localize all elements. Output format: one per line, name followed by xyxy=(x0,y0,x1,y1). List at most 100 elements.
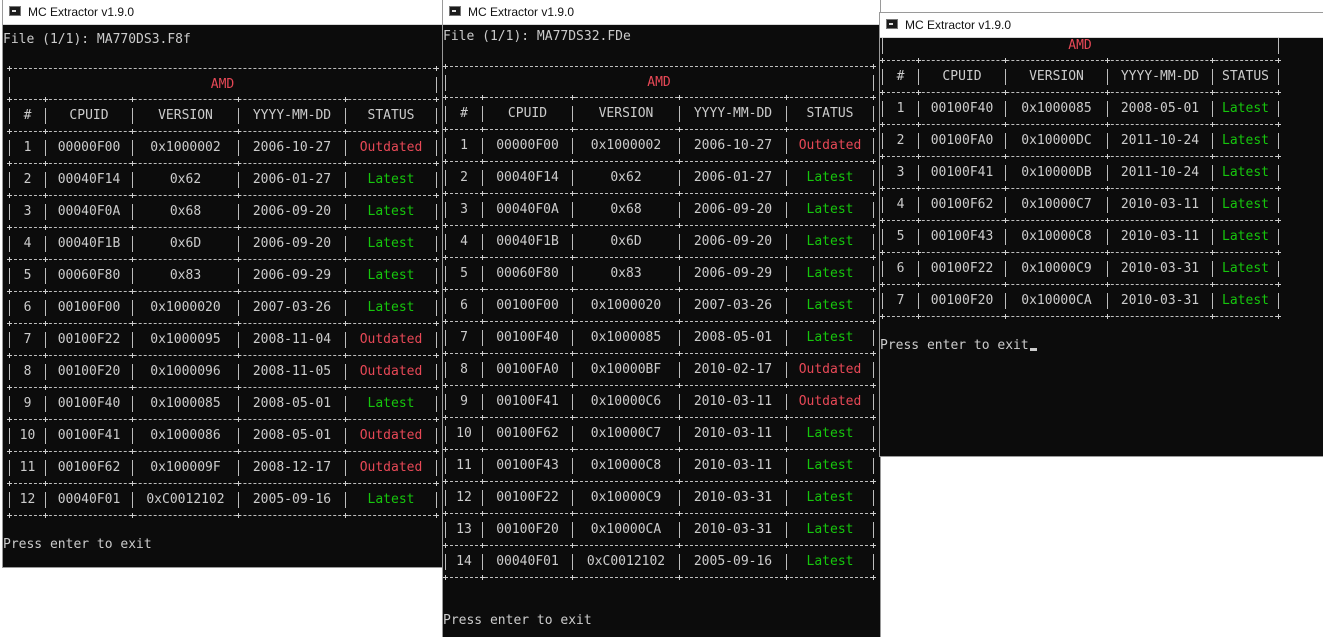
table-cell: 0x1000085 xyxy=(150,396,221,411)
table-cell: 2006-10-27 xyxy=(252,140,332,155)
table-cell: 0x1000085 xyxy=(1021,101,1092,116)
table-cell: 00040F0A xyxy=(57,204,121,219)
table-cell: 0x1000096 xyxy=(150,364,221,379)
table-cell: 0x62 xyxy=(610,170,642,185)
table-cell: 2 xyxy=(460,170,468,185)
console-window-3[interactable]: MC Extractor v1.9.0 AMD # CPUID VERSION YYYY… xyxy=(880,13,1323,456)
console-app-icon xyxy=(449,6,461,16)
table-separator xyxy=(880,58,1281,63)
table-separator xyxy=(443,543,876,548)
status-cell: Latest xyxy=(806,266,854,281)
table-cell: 4 xyxy=(896,197,905,212)
console-window-2[interactable]: MC Extractor v1.9.0 File (1/1): MA77DS32… xyxy=(443,0,880,637)
status-cell: Latest xyxy=(1222,133,1269,148)
table-cell: 2010-02-17 xyxy=(693,362,773,377)
console-output[interactable]: AMD # CPUID VERSION YYYY-MM-DD STATUS 1 00100F4… xyxy=(880,38,1323,456)
table-border xyxy=(873,362,874,378)
table-separator xyxy=(880,154,1281,159)
table-cell: 00100F40 xyxy=(930,101,994,116)
status-cell: Latest xyxy=(1222,165,1269,180)
table-cell: 4 xyxy=(23,236,32,251)
table-cell: 00040F0A xyxy=(496,202,559,217)
window-title: MC Extractor v1.9.0 xyxy=(28,5,135,19)
title-bar[interactable]: MC Extractor v1.9.0 xyxy=(3,0,443,25)
console-app-icon xyxy=(9,6,21,16)
window-title: MC Extractor v1.9.0 xyxy=(468,5,575,19)
table-separator xyxy=(7,225,439,230)
status-cell: Outdated xyxy=(359,428,423,443)
table-separator xyxy=(7,449,439,454)
table-separator xyxy=(880,186,1281,191)
table-separator xyxy=(7,353,439,358)
table-cell: 00000F00 xyxy=(496,138,559,153)
table-cell: 0x83 xyxy=(610,266,642,281)
status-cell: Latest xyxy=(1222,261,1269,276)
table-cell: 5 xyxy=(460,266,468,281)
table-cell: 0x68 xyxy=(169,204,202,219)
table-cell: 2006-09-20 xyxy=(693,234,773,249)
table-cell: 0x10000CA xyxy=(1021,293,1092,308)
table-cell: 00100FA0 xyxy=(930,133,994,148)
console-app-icon xyxy=(886,19,898,29)
table-separator xyxy=(443,415,876,420)
table-border xyxy=(436,236,437,252)
console-output[interactable]: File (1/1): MA770DS3.F8f AMD # CPUID VERSION… xyxy=(3,25,443,567)
console-window-1[interactable]: MC Extractor v1.9.0 File (1/1): MA770DS3… xyxy=(3,0,443,567)
table-cell: 7 xyxy=(460,330,468,345)
table-cell: 2006-09-20 xyxy=(252,236,332,251)
table-cell: 00100F41 xyxy=(57,428,121,443)
title-bar[interactable]: MC Extractor v1.9.0 xyxy=(443,0,880,25)
table-border xyxy=(1278,293,1279,309)
table-border xyxy=(436,204,437,220)
table-cell: 00040F1B xyxy=(57,236,121,251)
table-cell: 00100F20 xyxy=(930,293,994,308)
table-cell: 2010-03-11 xyxy=(1120,197,1200,212)
table-border xyxy=(436,428,437,444)
table-cell: 00100F41 xyxy=(930,165,994,180)
table-border xyxy=(873,170,874,186)
table-border xyxy=(436,108,437,124)
table-separator xyxy=(443,159,876,164)
status-cell: Latest xyxy=(806,234,854,249)
table-cell: 8 xyxy=(460,362,468,377)
title-bar[interactable]: MC Extractor v1.9.0 xyxy=(880,13,1323,38)
table-separator xyxy=(7,321,439,326)
table-cell: 00100F40 xyxy=(57,396,121,411)
table-cell: 2007-03-26 xyxy=(693,298,773,313)
table-cell: 00100F22 xyxy=(496,490,559,505)
table-cell: 12 xyxy=(19,492,36,507)
table-separator xyxy=(7,513,439,518)
table-cell: 2008-11-04 xyxy=(252,332,332,347)
table-border xyxy=(873,266,874,282)
table-separator xyxy=(443,64,876,69)
column-header: YYYY-MM-DD xyxy=(1120,69,1200,84)
table-border xyxy=(873,234,874,250)
table-separator xyxy=(7,417,439,422)
table-border xyxy=(873,554,874,570)
status-cell: Latest xyxy=(806,426,854,441)
table-border xyxy=(436,77,437,93)
table-border xyxy=(1278,165,1279,181)
column-header: YYYY-MM-DD xyxy=(252,108,332,123)
table-border xyxy=(1278,101,1279,117)
table-border xyxy=(436,332,437,348)
table-cell: 10 xyxy=(19,428,36,443)
status-cell: Latest xyxy=(1222,101,1269,116)
table-cell: 00000F00 xyxy=(57,140,121,155)
table-cell: 2006-09-29 xyxy=(252,268,332,283)
table-cell: 0x1000020 xyxy=(590,298,662,313)
status-cell: Latest xyxy=(367,492,415,507)
table-cell: 00100FA0 xyxy=(496,362,559,377)
console-output[interactable]: File (1/1): MA77DS32.FDe AMD # CPUID VERSION… xyxy=(443,25,880,637)
table-border xyxy=(873,458,874,474)
table-cell: 0x10000C8 xyxy=(1021,229,1092,244)
table-border xyxy=(1278,261,1279,277)
table-cell: 0x1000002 xyxy=(590,138,662,153)
status-cell: Latest xyxy=(806,554,854,569)
exit-prompt-text: Press enter to exit xyxy=(3,537,152,552)
column-header: STATUS xyxy=(806,106,854,121)
table-cell: 2006-10-27 xyxy=(693,138,773,153)
table-cell: 2008-11-05 xyxy=(252,364,332,379)
status-cell: Latest xyxy=(367,172,415,187)
table-cell: 2010-03-11 xyxy=(693,394,773,409)
